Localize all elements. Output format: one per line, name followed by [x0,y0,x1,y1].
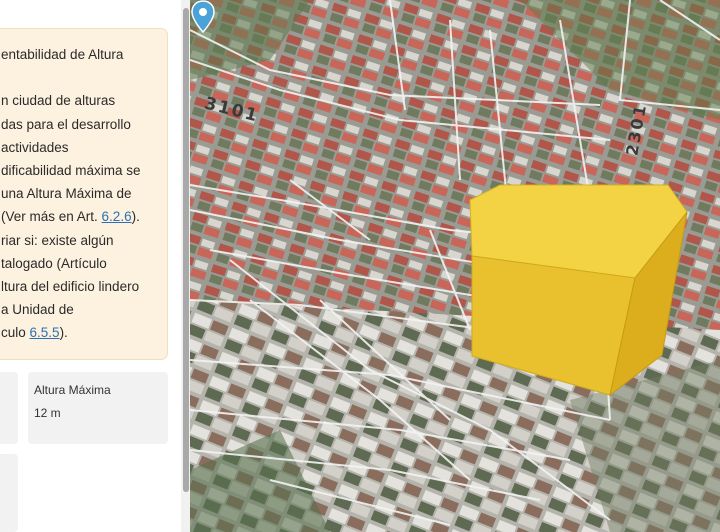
stat-card-partial [0,372,18,444]
info-card: entabilidad de Altura n ciudad de alturas… [0,28,168,360]
stat-card-altura-maxima: Altura Máxima 12 m [28,372,168,444]
article-link[interactable]: 6.2.6 [102,209,132,224]
stat-value: 12 m [34,406,61,420]
info-card-line: (Ver más en Art. 6.2.6). [1,209,140,224]
stat-card-partial-lower [0,454,18,532]
info-card-line: das para el desarrollo [1,117,131,132]
info-card-line: n ciudad de alturas [1,93,116,108]
location-pin-icon[interactable] [190,0,216,34]
info-card-line: a Unidad de [1,302,74,317]
info-card-line: riar si: existe algún [1,233,114,248]
aerial-imagery [190,0,720,532]
info-panel: entabilidad de Altura n ciudad de alturas… [0,0,190,532]
map-3d-view[interactable]: 3101 2301 [190,0,720,532]
article-link[interactable]: 6.5.5 [30,325,60,340]
info-card-line: una Altura Máxima de [1,186,132,201]
info-card-line: talogado (Artículo [1,256,107,271]
info-card-line: dificabilidad máxima se [1,163,141,178]
scrollbar-thumb[interactable] [183,8,189,492]
info-card-line: ltura del edificio lindero [1,279,140,294]
info-card-line: culo 6.5.5). [1,325,68,340]
stat-label: Altura Máxima [34,383,111,397]
info-card-line: actividades [1,140,69,155]
info-card-line: entabilidad de Altura [1,47,124,62]
